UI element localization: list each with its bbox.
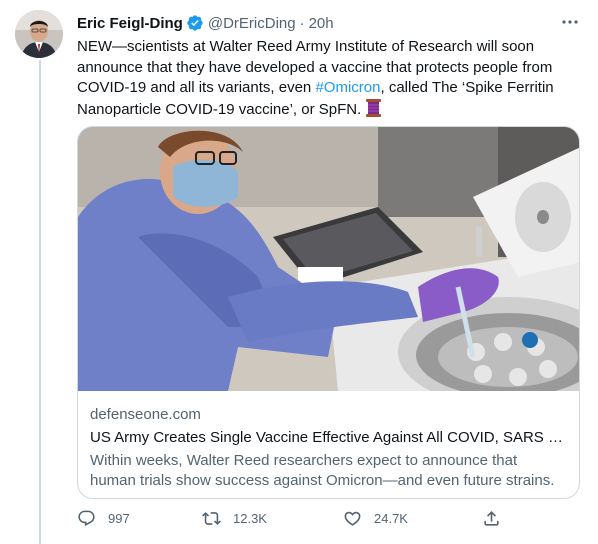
thread-spool-emoji-icon xyxy=(366,98,382,117)
separator-dot: · xyxy=(299,14,305,32)
card-title[interactable]: US Army Creates Single Vaccine Effective… xyxy=(90,427,567,449)
verified-badge-icon xyxy=(187,15,203,31)
avatar[interactable] xyxy=(15,10,63,58)
reply-icon xyxy=(78,510,95,527)
tweet-header: Eric Feigl-Ding @DrEricDing · 20h xyxy=(77,12,580,34)
hashtag-link[interactable]: #Omicron xyxy=(315,79,380,96)
author-handle[interactable]: @DrEricDing xyxy=(208,15,296,32)
tweet-actions-bar: 997 12.3K 24.7K xyxy=(77,509,577,537)
card-description: Within weeks, Walter Reed researchers ex… xyxy=(90,452,555,489)
reply-count: 997 xyxy=(108,511,130,526)
heart-icon xyxy=(344,511,361,526)
retweet-button[interactable]: 12.3K xyxy=(202,509,267,528)
retweet-icon xyxy=(202,512,221,525)
article-image: M xyxy=(78,127,579,391)
author-name[interactable]: Eric Feigl-Ding xyxy=(77,15,183,32)
card-domain: defenseone.com xyxy=(90,406,201,423)
share-button[interactable] xyxy=(482,509,513,528)
link-preview-card[interactable]: M defenseone.com US Army Creates Single … xyxy=(77,126,580,499)
tweet-timestamp[interactable]: 20h xyxy=(309,15,334,32)
like-button[interactable]: 24.7K xyxy=(343,509,408,528)
reply-button[interactable]: 997 xyxy=(77,509,130,528)
card-text-block: defenseone.com US Army Creates Single Va… xyxy=(90,405,567,491)
tweet-text: NEW—scientists at Walter Reed Army Insti… xyxy=(77,37,577,120)
more-options-icon[interactable] xyxy=(560,12,580,32)
thread-line xyxy=(39,60,41,544)
avatar-image xyxy=(15,10,63,58)
share-icon xyxy=(484,511,499,526)
like-count: 24.7K xyxy=(374,511,408,526)
retweet-count: 12.3K xyxy=(233,511,267,526)
